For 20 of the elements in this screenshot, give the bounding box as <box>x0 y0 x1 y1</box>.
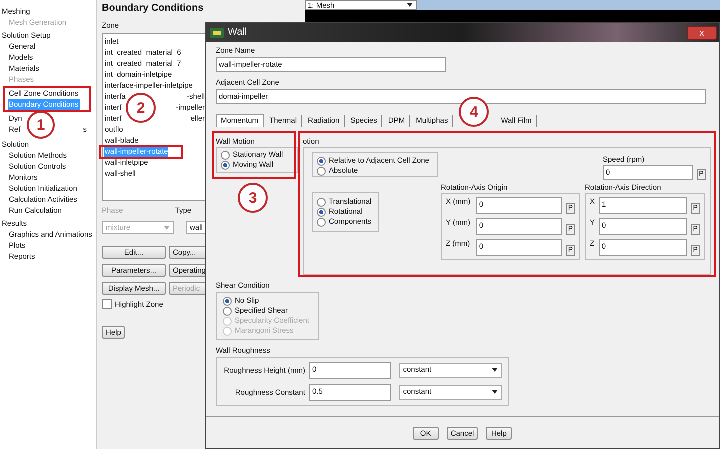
step-number: 1 <box>27 111 55 139</box>
caret-icon <box>492 390 498 394</box>
radio-button[interactable] <box>317 208 326 216</box>
radio-button[interactable] <box>221 160 230 170</box>
radio-button[interactable] <box>223 296 232 306</box>
radio-button[interactable] <box>223 306 232 316</box>
radio-button[interactable] <box>317 166 326 176</box>
app-icon <box>210 28 224 38</box>
radio-button[interactable] <box>221 150 230 160</box>
radio-button[interactable] <box>317 156 326 166</box>
step-number: 4 <box>459 97 490 127</box>
panel-title: Boundary Conditions <box>102 3 204 14</box>
checkbox[interactable] <box>102 299 112 309</box>
window-title: Wall <box>228 27 248 38</box>
caret-icon <box>164 226 170 230</box>
caret-icon <box>407 3 413 7</box>
close-button[interactable]: x <box>687 26 717 40</box>
radio-button[interactable] <box>317 198 326 206</box>
radio-button[interactable] <box>317 218 326 226</box>
caret-icon <box>492 368 498 372</box>
